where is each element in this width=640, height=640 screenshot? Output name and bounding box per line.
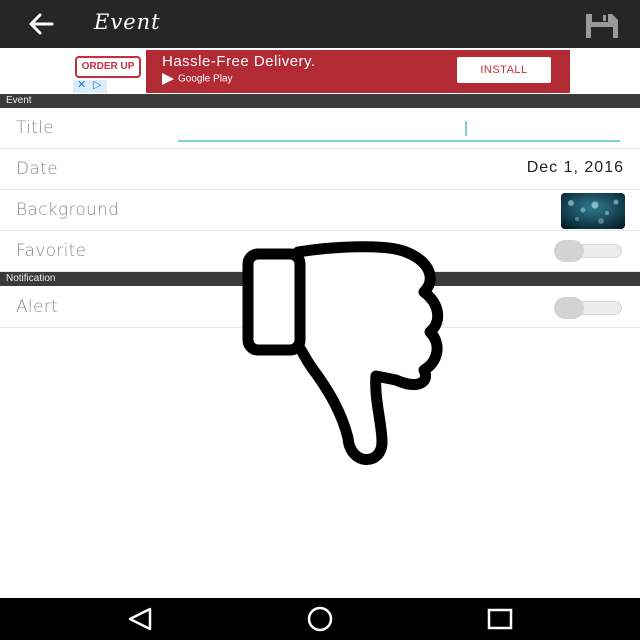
- background-label: Background: [16, 200, 120, 220]
- ad-store-line: Google Play: [162, 73, 232, 85]
- page-title: Event: [94, 10, 161, 34]
- install-button[interactable]: INSTALL: [457, 57, 551, 83]
- background-image: [561, 193, 625, 229]
- title-row: Title: [0, 108, 640, 149]
- thumbs-down-overlay: [236, 238, 458, 466]
- ad-logo-area: ORDER UP ✕ ▷: [70, 50, 146, 93]
- ad-store-label: Google Play: [178, 73, 233, 85]
- toggle-knob: [554, 240, 584, 262]
- ad-close-controls[interactable]: ✕ ▷: [73, 78, 107, 93]
- ad-banner[interactable]: ORDER UP ✕ ▷ Hassle-Free Delivery. Googl…: [70, 50, 570, 93]
- alert-toggle[interactable]: [554, 296, 624, 320]
- ad-logo: ORDER UP: [75, 56, 141, 78]
- nav-recents-button[interactable]: [478, 603, 522, 635]
- back-button[interactable]: [22, 8, 62, 40]
- nav-back-icon: [128, 607, 152, 631]
- adchoices-icon[interactable]: ▷: [93, 78, 101, 91]
- background-row[interactable]: Background: [0, 190, 640, 231]
- favorite-toggle[interactable]: [554, 239, 624, 263]
- background-thumbnail[interactable]: [561, 193, 625, 229]
- date-row[interactable]: Date Dec 1, 2016: [0, 149, 640, 190]
- alert-label: Alert: [16, 297, 58, 317]
- date-value[interactable]: Dec 1, 2016: [527, 159, 624, 177]
- title-label: Title: [16, 118, 54, 138]
- thumbs-down-icon: [242, 241, 444, 465]
- date-label: Date: [16, 159, 58, 179]
- section-header-event: Event: [0, 94, 640, 108]
- favorite-label: Favorite: [16, 241, 87, 261]
- close-icon[interactable]: ✕: [77, 78, 86, 91]
- save-button[interactable]: [582, 9, 622, 41]
- system-nav-bar: [0, 598, 640, 640]
- nav-home-icon: [307, 606, 333, 632]
- app-bar: Event: [0, 0, 640, 48]
- text-cursor: [465, 121, 467, 136]
- google-play-icon: [162, 73, 174, 85]
- arrow-left-icon: [29, 13, 54, 35]
- nav-recents-icon: [487, 608, 513, 630]
- nav-back-button[interactable]: [118, 603, 162, 635]
- toggle-knob: [554, 297, 584, 319]
- ad-headline: Hassle-Free Delivery.: [162, 53, 316, 70]
- floppy-disk-icon: [586, 14, 618, 38]
- nav-home-button[interactable]: [298, 603, 342, 635]
- title-input[interactable]: [178, 118, 620, 142]
